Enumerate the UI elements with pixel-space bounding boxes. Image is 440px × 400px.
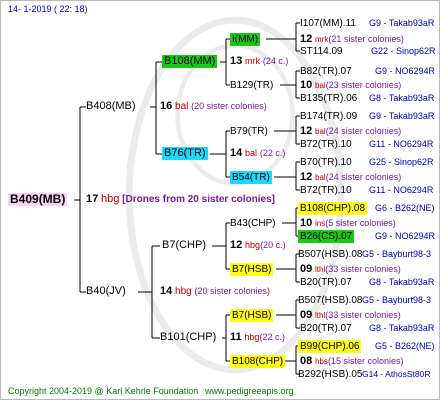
gen4-ref-2: G22 - Sinop62R — [371, 46, 436, 56]
gen3-queen-8: B108(CHP) — [230, 355, 286, 368]
gen4-queen-10: B26(CS).07 — [298, 230, 355, 243]
gen4-ref-4: G8 - Takab93aR — [369, 93, 435, 103]
gen4-queen-2: ST114.09 — [300, 46, 343, 57]
copyright: Copyright 2004-2019 @ Karl Kehrle Founda… — [8, 386, 199, 396]
gen4-queen-9: B108(CHP).08 — [298, 202, 368, 215]
gen4-ref-6: G11 - NO6294R — [369, 139, 434, 149]
gen3-info-6: 09 lthl(33 sister colonies) — [300, 263, 401, 275]
gen2-info-2: 14 bal (22 c.) — [230, 147, 286, 159]
gen4-ref-14: G8 - Takab93aR — [369, 323, 435, 333]
gen4-queen-5: B174(TR).09 — [300, 111, 358, 122]
gen4-ref-3: G9 - NO6294R — [375, 66, 436, 76]
gen2-queen-2: B76(TR) — [162, 147, 208, 160]
gen2-info-4: 11 hbg(22 c.) — [230, 331, 285, 343]
gen4-queen-11: B507(HSB).08 — [298, 249, 363, 260]
gen3-queen-6: B7(HSB) — [230, 263, 274, 276]
gen4-queen-14: B20(TR).07 — [300, 323, 352, 334]
gen4-ref-5: G9 - Takab93aR — [369, 111, 435, 121]
site-link[interactable]: www.pedigreeapis.org — [205, 385, 294, 398]
gen4-queen-4: B135(TR).06 — [300, 93, 358, 104]
gen4-queen-7: B70(TR).10 — [300, 157, 352, 168]
gen3-info-8: 08 hbs(15 sister colonies) — [300, 355, 404, 367]
gen4-ref-9: G6 - B262(NE) — [375, 203, 435, 213]
gen4-ref-8: G11 - NO6294R — [369, 185, 434, 195]
gen4-ref-15: G5 - B262(NE) — [375, 341, 435, 351]
gen3-info-5: 10 ins(5 sister colonies) — [300, 217, 396, 229]
gen4-queen-8: B72(TR).10 — [300, 185, 352, 196]
gen4-ref-12: G8 - Takab93aR — [369, 277, 435, 287]
gen4-queen-1: I107(MM).11 — [300, 18, 356, 29]
root-info: 17 hbg [Drones from 20 sister colonies] — [86, 193, 275, 205]
gen1-queen-dam: B40(JV) — [86, 285, 126, 297]
gen3-queen-2: B129(TR) — [230, 80, 274, 91]
gen1-info-dam: 14 hbg (20 sister colonies) — [160, 285, 271, 297]
drones-note: [Drones from 20 sister colonies] — [122, 194, 275, 205]
gen2-queen-1: B108(MM) — [162, 55, 218, 68]
gen4-ref-7: G25 - Sinop62R — [369, 157, 434, 167]
gen2-queen-4: B101(CHP) — [160, 331, 217, 343]
gen4-queen-16: B292(HSB).05 — [298, 369, 363, 380]
gen3-queen-3: B79(TR) — [230, 126, 268, 137]
gen4-queen-15: B99(CHP).06 — [298, 340, 362, 353]
gen4-ref-13: G5 - Bayburt98-3 — [362, 295, 432, 305]
gen4-queen-13: B507(HSB).08 — [298, 295, 363, 306]
gen4-queen-12: B20(TR).07 — [300, 277, 352, 288]
gen3-queen-4: B54(TR) — [230, 171, 272, 184]
gen3-info-2: 10 bal(23 sister colonies) — [300, 79, 402, 91]
gen4-queen-3: B82(TR).07 — [300, 66, 352, 77]
gen3-queen-7: B7(HSB) — [230, 309, 274, 322]
gen4-ref-11: G5 - Bayburt98-3 — [362, 249, 432, 259]
gen1-info-sire: 16 bal (20 sister colonies) — [160, 100, 267, 112]
date-stamp: 14- 1-2019 ( 22: 18) — [8, 4, 88, 14]
gen4-ref-10: G9 - NO6294R — [375, 231, 436, 241]
gen1-queen-sire: B408(MB) — [86, 100, 136, 112]
root-queen: B409(MB) — [8, 192, 68, 206]
gen4-ref-16: G14 - AthosSt80R — [362, 369, 431, 379]
gen2-info-1: 13 mrk (24 c.) — [230, 55, 289, 67]
gen3-info-3: 12 bal(24 sister colonies) — [300, 125, 402, 137]
gen2-queen-3: B7(CHP) — [162, 239, 207, 251]
gen4-ref-1: G9 - Takab93aR — [369, 18, 435, 28]
gen3-info-7: 09 lthl(33 sister colonies) — [300, 309, 401, 321]
gen2-info-3: 12 hbg(20 c.) — [230, 239, 286, 251]
gen3-info-4: 12 bal(24 sister colonies) — [300, 171, 402, 183]
gen4-queen-6: B72(TR).10 — [300, 139, 352, 150]
gen3-queen-1: I(MM) — [230, 33, 261, 46]
gen3-queen-5: B43(CHP) — [230, 218, 276, 229]
